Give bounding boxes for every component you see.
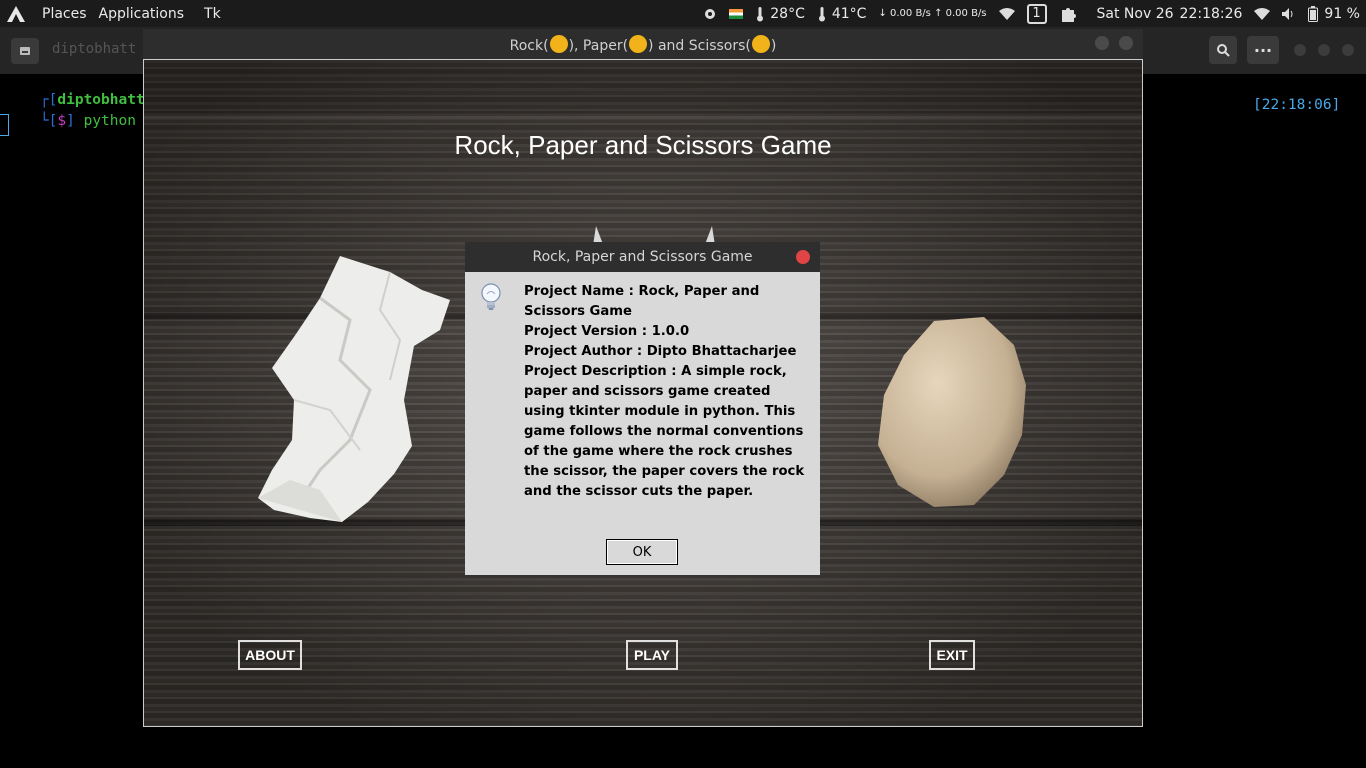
exit-button[interactable]: EXIT (929, 640, 975, 670)
about-dialog: Project Name : Rock, Paper and Scissors … (465, 272, 820, 575)
about-dialog-title: Rock, Paper and Scissors Game (532, 249, 753, 265)
terminal-icon (20, 47, 30, 55)
game-heading: Rock, Paper and Scissors Game (454, 130, 832, 160)
paper-image (258, 256, 450, 522)
workspace-indicator[interactable]: 1 (1026, 3, 1047, 24)
terminal-maximize-button[interactable] (1318, 44, 1330, 56)
search-icon (1217, 44, 1230, 57)
about-dialog-close-button[interactable] (796, 250, 810, 264)
more-dots-icon: ··· (1253, 40, 1273, 60)
settings-gear-icon[interactable] (703, 7, 717, 21)
wifi-icon[interactable] (1254, 7, 1271, 20)
game-window-title: Rock(), Paper() and Scissors() (510, 34, 776, 54)
terminal-menu-button[interactable]: ··· (1247, 36, 1279, 64)
menu-tk[interactable]: Tk (204, 6, 221, 22)
game-window-titlebar[interactable]: Rock(), Paper() and Scissors() (143, 29, 1143, 59)
distro-logo-icon[interactable] (2, 0, 30, 27)
command-text: python (83, 113, 136, 129)
prompt-bracket-bottom: └[ (39, 113, 58, 129)
gpu-temperature: 41°C (817, 6, 866, 22)
about-dialog-titlebar[interactable]: Rock, Paper and Scissors Game (465, 242, 820, 272)
victory-hand-emoji-icon (751, 34, 770, 53)
menu-places[interactable]: Places (42, 6, 87, 22)
thermometer-icon (757, 6, 764, 21)
terminal-close-button[interactable] (1342, 44, 1354, 56)
prompt-symbol: $ (57, 113, 67, 129)
net-down-speed: ↓ 0.00 B/s (878, 8, 931, 19)
cpu-temperature: 28°C (755, 6, 805, 22)
project-description-line: Project Description : A simple rock, pap… (524, 364, 805, 499)
net-up-speed: ↑ 0.00 B/s (934, 8, 987, 19)
prompt-timestamp: [22:18:06] (1253, 97, 1341, 113)
project-version-line: Project Version : 1.0.0 (524, 324, 690, 339)
terminal-new-tab-button[interactable] (11, 38, 39, 64)
network-speed: ↓ 0.00 B/s ↑ 0.00 B/s (878, 8, 986, 19)
about-button[interactable]: ABOUT (238, 640, 302, 670)
wifi-status-icon[interactable] (998, 7, 1015, 20)
terminal-tab-title[interactable]: diptobhatt (52, 41, 136, 57)
game-window-minimize-button[interactable] (1095, 36, 1109, 50)
clock-time[interactable]: 22:18:26 (1180, 6, 1243, 22)
hand-emoji-icon (629, 34, 648, 53)
rock-image (878, 317, 1026, 507)
ok-button[interactable]: OK (606, 539, 678, 565)
panel-indicators: 28°C 41°C ↓ 0.00 B/s ↑ 0.00 B/s 1 Sat No… (697, 0, 1366, 27)
terminal-cursor (0, 114, 9, 136)
menu-applications[interactable]: Applications (99, 6, 185, 22)
extensions-puzzle-icon[interactable] (1059, 5, 1077, 23)
project-name-line: Project Name : Rock, Paper and Scissors … (524, 284, 760, 319)
terminal-minimize-button[interactable] (1294, 44, 1306, 56)
fist-emoji-icon (549, 34, 568, 53)
keyboard-layout-flag-icon[interactable] (729, 8, 744, 19)
battery-icon[interactable] (1308, 5, 1319, 22)
thermometer-icon (818, 6, 825, 21)
play-button[interactable]: PLAY (626, 640, 678, 670)
volume-icon[interactable] (1282, 7, 1296, 20)
terminal-search-button[interactable] (1209, 36, 1237, 64)
game-window-close-button[interactable] (1119, 36, 1133, 50)
clock-date[interactable]: Sat Nov 26 (1097, 6, 1174, 22)
project-author-line: Project Author : Dipto Bhattacharjee (524, 344, 797, 359)
battery-percent: 91 % (1324, 5, 1360, 22)
about-dialog-message: Project Name : Rock, Paper and Scissors … (524, 282, 814, 502)
top-panel: Places Applications Tk 28°C 41°C ↓ 0.00 … (0, 0, 1366, 27)
lightbulb-info-icon (481, 283, 501, 310)
